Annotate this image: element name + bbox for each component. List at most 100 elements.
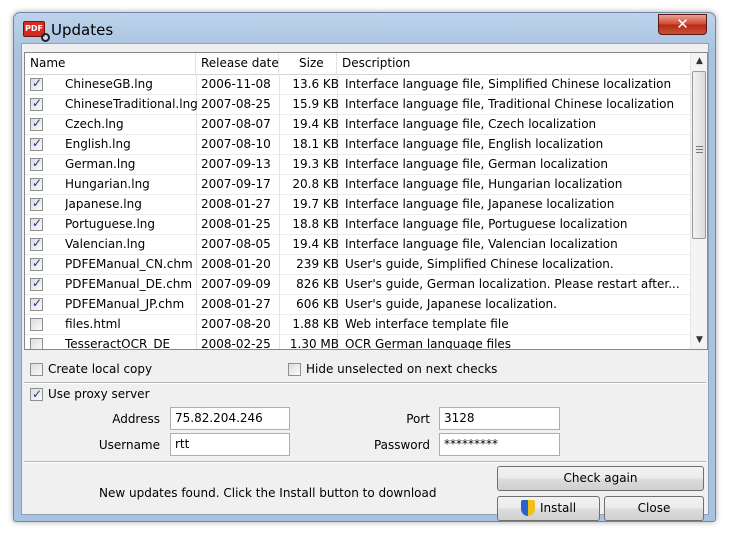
- port-field[interactable]: 3128: [439, 407, 560, 430]
- create-local-copy-checkbox[interactable]: [30, 363, 43, 376]
- create-local-copy-option[interactable]: Create local copy: [30, 361, 152, 379]
- table-row[interactable]: ✓ ChineseTraditional.lng 2007-08-25 15.9 KB…: [25, 95, 691, 115]
- file-size-cell: 18.1 KB: [292, 137, 339, 151]
- use-proxy-checkbox[interactable]: ✓: [30, 387, 43, 401]
- dialog-body: Name Release date Size Description ✓ Chin…: [21, 43, 709, 521]
- title-bar: PDF Updates ✕: [14, 13, 715, 47]
- password-field[interactable]: *********: [439, 433, 560, 456]
- column-header-description[interactable]: Description: [337, 53, 691, 75]
- list-scrollbar[interactable]: ▲ ▼: [690, 53, 707, 349]
- updates-list[interactable]: Name Release date Size Description ✓ Chin…: [24, 52, 708, 350]
- file-size-cell: 19.4 KB: [292, 117, 339, 131]
- file-name-cell: Czech.lng: [65, 117, 124, 131]
- description-cell: User's guide, Simplified Chinese localiz…: [345, 257, 614, 271]
- table-row[interactable]: ✓ Hungarian.lng 2007-09-17 20.8 KB Interface…: [25, 175, 691, 195]
- file-name-cell: Japanese.lng: [65, 197, 142, 211]
- hide-unselected-checkbox[interactable]: [288, 363, 301, 376]
- release-date-cell: 2008-01-27: [201, 197, 271, 211]
- grip-icon: [696, 146, 703, 153]
- file-name-cell: ChineseTraditional.lng: [65, 97, 197, 111]
- row-checkbox[interactable]: ✓: [30, 236, 43, 251]
- row-checkbox[interactable]: ✓: [30, 156, 43, 171]
- release-date-cell: 2007-09-13: [201, 157, 271, 171]
- file-size-cell: 18.8 KB: [292, 217, 339, 231]
- file-name-cell: German.lng: [65, 157, 136, 171]
- table-row[interactable]: ✓ Japanese.lng 2008-01-27 19.7 KB Interface …: [25, 195, 691, 215]
- row-checkbox[interactable]: ✓: [30, 216, 43, 231]
- release-date-cell: 2008-02-25: [201, 337, 271, 350]
- use-proxy-label: Use proxy server: [48, 387, 150, 401]
- file-size-cell: 13.6 KB: [292, 77, 339, 91]
- table-row[interactable]: ✓ PDFEManual_DE.chm 2007-09-09 826 KB User's…: [25, 275, 691, 295]
- row-checkbox[interactable]: ✓: [30, 196, 43, 211]
- close-button[interactable]: Close: [604, 496, 704, 521]
- separator: [24, 461, 706, 463]
- row-checkbox[interactable]: ✓: [30, 116, 43, 131]
- file-name-cell: ChineseGB.lng: [65, 77, 153, 91]
- table-row[interactable]: ✓ Valencian.lng 2007-08-05 19.4 KB Interface…: [25, 235, 691, 255]
- column-header-release-date[interactable]: Release date: [196, 53, 279, 75]
- separator: [24, 382, 706, 384]
- hide-unselected-option[interactable]: Hide unselected on next checks: [288, 361, 497, 379]
- username-field[interactable]: rtt: [170, 433, 290, 456]
- description-cell: Interface language file, Traditional Chi…: [345, 97, 675, 111]
- row-checkbox[interactable]: ✓: [30, 96, 43, 111]
- table-row[interactable]: ✓ English.lng 2007-08-10 18.1 KB Interface l…: [25, 135, 691, 155]
- column-header-size[interactable]: Size: [279, 53, 337, 75]
- file-size-cell: 1.88 KB: [292, 317, 339, 331]
- row-checkbox[interactable]: ✓: [30, 256, 43, 271]
- file-name-cell: PDFEManual_DE.chm: [65, 277, 193, 291]
- file-name-cell: PDFEManual_JP.chm: [65, 297, 185, 311]
- checkmark-icon: ✓: [32, 196, 43, 210]
- install-button[interactable]: Install: [497, 496, 600, 521]
- release-date-cell: 2007-08-25: [201, 97, 271, 111]
- app-icon-text: PDF: [25, 24, 43, 33]
- table-row[interactable]: ✓ PDFEManual_CN.chm 2008-01-20 239 KB User's…: [25, 255, 691, 275]
- row-checkbox[interactable]: ✓: [30, 276, 43, 291]
- use-proxy-option[interactable]: ✓ Use proxy server: [30, 386, 150, 404]
- row-checkbox[interactable]: [30, 338, 43, 349]
- row-checkbox[interactable]: ✓: [30, 76, 43, 91]
- scroll-down-arrow-icon[interactable]: ▼: [691, 332, 707, 349]
- row-checkbox[interactable]: ✓: [30, 136, 43, 151]
- file-size-cell: 826 KB: [296, 277, 339, 291]
- address-field[interactable]: 75.82.204.246: [170, 407, 290, 430]
- table-row[interactable]: TesseractOCR_DE 2008-02-25 1.30 MB OCR Germ…: [25, 335, 691, 350]
- column-header-name[interactable]: Name: [25, 53, 196, 75]
- row-checkbox[interactable]: [30, 318, 43, 331]
- checkmark-icon: ✓: [32, 387, 43, 401]
- release-date-cell: 2007-08-07: [201, 117, 271, 131]
- description-cell: Interface language file, Portuguese loca…: [345, 217, 628, 231]
- username-label: Username: [98, 438, 160, 452]
- window-close-button[interactable]: ✕: [658, 14, 707, 35]
- table-row[interactable]: ✓ Portuguese.lng 2008-01-25 18.8 KB Interfac…: [25, 215, 691, 235]
- checkmark-icon: ✓: [32, 296, 43, 310]
- row-checkbox[interactable]: ✓: [30, 176, 43, 191]
- row-checkbox[interactable]: ✓: [30, 296, 43, 311]
- release-date-cell: 2006-11-08: [201, 77, 271, 91]
- release-date-cell: 2008-01-25: [201, 217, 271, 231]
- table-row[interactable]: ✓ ChineseGB.lng 2006-11-08 13.6 KB Interface…: [25, 75, 691, 95]
- create-local-copy-label: Create local copy: [48, 362, 153, 376]
- checkmark-icon: ✓: [32, 276, 43, 290]
- description-cell: Interface language file, Hungarian local…: [345, 177, 623, 191]
- release-date-cell: 2007-08-10: [201, 137, 271, 151]
- scroll-up-arrow-icon[interactable]: ▲: [691, 53, 707, 70]
- table-row[interactable]: ✓ German.lng 2007-09-13 19.3 KB Interface la…: [25, 155, 691, 175]
- release-date-cell: 2008-01-27: [201, 297, 271, 311]
- table-row[interactable]: ✓ Czech.lng 2007-08-07 19.4 KB Interface lan…: [25, 115, 691, 135]
- list-rows: ✓ ChineseGB.lng 2006-11-08 13.6 KB Interface…: [25, 75, 691, 350]
- check-again-button[interactable]: Check again: [497, 466, 704, 491]
- table-row[interactable]: files.html 2007-08-20 1.88 KB Web interface…: [25, 315, 691, 335]
- description-cell: Interface language file, Simplified Chin…: [345, 77, 672, 91]
- file-name-cell: PDFEManual_CN.chm: [65, 257, 193, 271]
- hide-unselected-label: Hide unselected on next checks: [306, 362, 498, 376]
- release-date-cell: 2007-09-17: [201, 177, 271, 191]
- checkmark-icon: ✓: [32, 156, 43, 170]
- scroll-thumb[interactable]: [692, 71, 706, 239]
- updates-window: PDF Updates ✕ Name Release date Size Des…: [13, 12, 716, 522]
- table-row[interactable]: ✓ PDFEManual_JP.chm 2008-01-27 606 KB User's…: [25, 295, 691, 315]
- checkmark-icon: ✓: [32, 136, 43, 150]
- file-size-cell: 19.4 KB: [292, 237, 339, 251]
- file-size-cell: 19.7 KB: [292, 197, 339, 211]
